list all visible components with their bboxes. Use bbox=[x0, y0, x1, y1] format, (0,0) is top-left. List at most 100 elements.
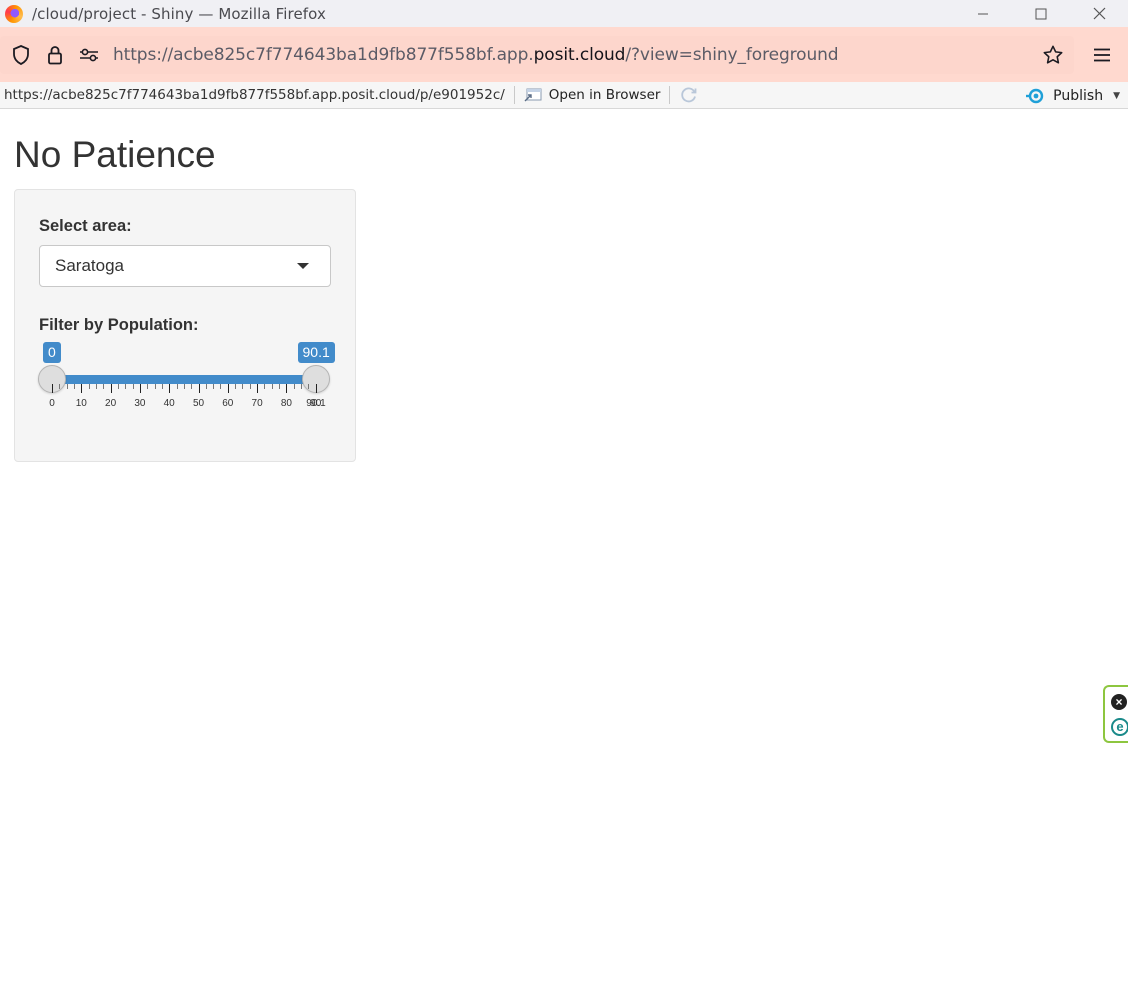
slider-tick bbox=[66, 384, 68, 389]
slider-tick bbox=[235, 384, 237, 389]
slider-tick-label: 20 bbox=[105, 398, 117, 409]
slider-tick-label: 10 bbox=[75, 398, 87, 409]
slider-tick bbox=[301, 384, 303, 389]
open-in-browser-button[interactable]: Open in Browser bbox=[524, 87, 661, 103]
area-select[interactable]: Saratoga bbox=[39, 245, 331, 287]
window-controls bbox=[954, 0, 1128, 27]
slider-tick bbox=[95, 384, 97, 389]
slider-track[interactable] bbox=[52, 375, 316, 384]
slider-tick-label: 90.1 bbox=[306, 398, 326, 409]
refresh-icon bbox=[681, 87, 697, 103]
slider-tick bbox=[249, 384, 251, 389]
slider-tick bbox=[147, 384, 149, 389]
toolbar-divider bbox=[669, 86, 671, 104]
slider-tick bbox=[286, 384, 288, 393]
refresh-viewer-button[interactable] bbox=[679, 85, 699, 105]
url-suffix: /?view=shiny_foreground bbox=[625, 45, 839, 65]
population-range-slider[interactable]: 0 90.1 0 10 20 30 40 50 60 70 80 90 90.1 bbox=[38, 342, 335, 422]
lock-icon[interactable] bbox=[38, 36, 72, 74]
slider-tick bbox=[220, 384, 222, 389]
browser-navbar: https://acbe825c7f774643ba1d9fb877f558bf… bbox=[0, 27, 1128, 82]
slider-tick bbox=[73, 384, 75, 389]
select-dropdown-caret-icon bbox=[297, 263, 309, 269]
slider-tick bbox=[213, 384, 215, 389]
url-text[interactable]: https://acbe825c7f774643ba1d9fb877f558bf… bbox=[113, 45, 839, 65]
slider-tick bbox=[132, 384, 134, 389]
slider-tick-label: 70 bbox=[251, 398, 263, 409]
slider-tick bbox=[257, 384, 259, 393]
url-domain: posit.cloud bbox=[533, 45, 626, 65]
slider-tick bbox=[227, 384, 229, 393]
slider-tick bbox=[205, 384, 207, 389]
slider-tick bbox=[308, 384, 310, 389]
select-area-label: Select area: bbox=[39, 217, 132, 235]
slider-tick bbox=[103, 384, 105, 389]
publish-icon bbox=[1026, 88, 1044, 103]
open-in-browser-label: Open in Browser bbox=[548, 87, 661, 103]
slider-tick bbox=[176, 384, 178, 389]
app-title: No Patience bbox=[14, 134, 216, 175]
slider-to-badge: 90.1 bbox=[297, 342, 335, 363]
firefox-logo-icon bbox=[5, 4, 23, 23]
extension-e-icon[interactable]: e bbox=[1111, 718, 1128, 736]
slider-from-badge: 0 bbox=[43, 342, 61, 363]
slider-tick-labels: 0 10 20 30 40 50 60 70 80 90 90.1 bbox=[49, 398, 326, 410]
slider-tick bbox=[279, 384, 281, 389]
permissions-icon[interactable] bbox=[72, 36, 106, 74]
slider-tick-label: 0 bbox=[49, 398, 55, 409]
close-window-button[interactable] bbox=[1070, 0, 1128, 27]
slider-tick bbox=[198, 384, 200, 393]
slider-tick bbox=[154, 384, 156, 389]
slider-tick bbox=[271, 384, 273, 389]
url-bar[interactable]: https://acbe825c7f774643ba1d9fb877f558bf… bbox=[0, 36, 1074, 74]
slider-tick bbox=[316, 384, 317, 393]
slider-ticks bbox=[52, 384, 317, 396]
maximize-button[interactable] bbox=[1012, 0, 1070, 27]
open-in-browser-icon bbox=[524, 88, 542, 102]
slider-tick bbox=[117, 384, 119, 389]
floating-side-widget: × e bbox=[1103, 685, 1128, 743]
slider-tick bbox=[161, 384, 163, 389]
slider-tick-label: 60 bbox=[222, 398, 234, 409]
slider-tick bbox=[110, 384, 112, 393]
viewer-url[interactable]: https://acbe825c7f774643ba1d9fb877f558bf… bbox=[4, 87, 505, 103]
slider-selected-range bbox=[52, 375, 316, 384]
slider-tick bbox=[169, 384, 171, 393]
toolbar-divider bbox=[513, 86, 515, 104]
area-select-value: Saratoga bbox=[55, 256, 124, 275]
bookmark-star-button[interactable] bbox=[1038, 36, 1068, 74]
slider-tick bbox=[52, 384, 53, 393]
slider-tick bbox=[88, 384, 90, 389]
slider-tick bbox=[81, 384, 83, 393]
maximize-icon bbox=[1035, 8, 1047, 19]
slider-tick bbox=[125, 384, 127, 389]
slider-tick-label: 30 bbox=[134, 398, 146, 409]
sidebar-panel: Select area: Saratoga Filter by Populati… bbox=[14, 189, 356, 462]
publish-button[interactable]: Publish ▼ bbox=[1025, 82, 1120, 109]
close-circle-icon[interactable]: × bbox=[1111, 694, 1127, 710]
slider-tick bbox=[183, 384, 185, 389]
close-icon bbox=[1093, 7, 1105, 20]
minimize-button[interactable] bbox=[954, 0, 1012, 27]
slider-tick-label: 50 bbox=[192, 398, 205, 409]
slider-tick bbox=[293, 384, 295, 389]
url-prefix: https://acbe825c7f774643ba1d9fb877f558bf… bbox=[113, 45, 534, 65]
viewer-toolbar: https://acbe825c7f774643ba1d9fb877f558bf… bbox=[0, 82, 1128, 109]
slider-tick-label: 40 bbox=[163, 398, 175, 409]
star-icon bbox=[1043, 45, 1063, 64]
publish-label: Publish bbox=[1053, 87, 1104, 104]
slider-tick bbox=[242, 384, 244, 389]
tracking-protection-shield-icon[interactable] bbox=[4, 36, 38, 74]
window-titlebar: /cloud/project - Shiny — Mozilla Firefox bbox=[0, 0, 1128, 27]
slider-tick bbox=[139, 384, 141, 393]
minimize-icon bbox=[978, 13, 988, 14]
window-title: /cloud/project - Shiny — Mozilla Firefox bbox=[32, 4, 326, 23]
slider-tick-label: 80 bbox=[280, 398, 292, 409]
population-filter-label: Filter by Population: bbox=[39, 316, 199, 334]
slider-tick bbox=[191, 384, 193, 389]
hamburger-menu-icon bbox=[1094, 48, 1110, 62]
app-menu-button[interactable] bbox=[1076, 36, 1128, 74]
slider-tick bbox=[59, 384, 61, 389]
slider-tick bbox=[264, 384, 266, 389]
publish-dropdown-caret-icon[interactable]: ▼ bbox=[1113, 91, 1120, 101]
